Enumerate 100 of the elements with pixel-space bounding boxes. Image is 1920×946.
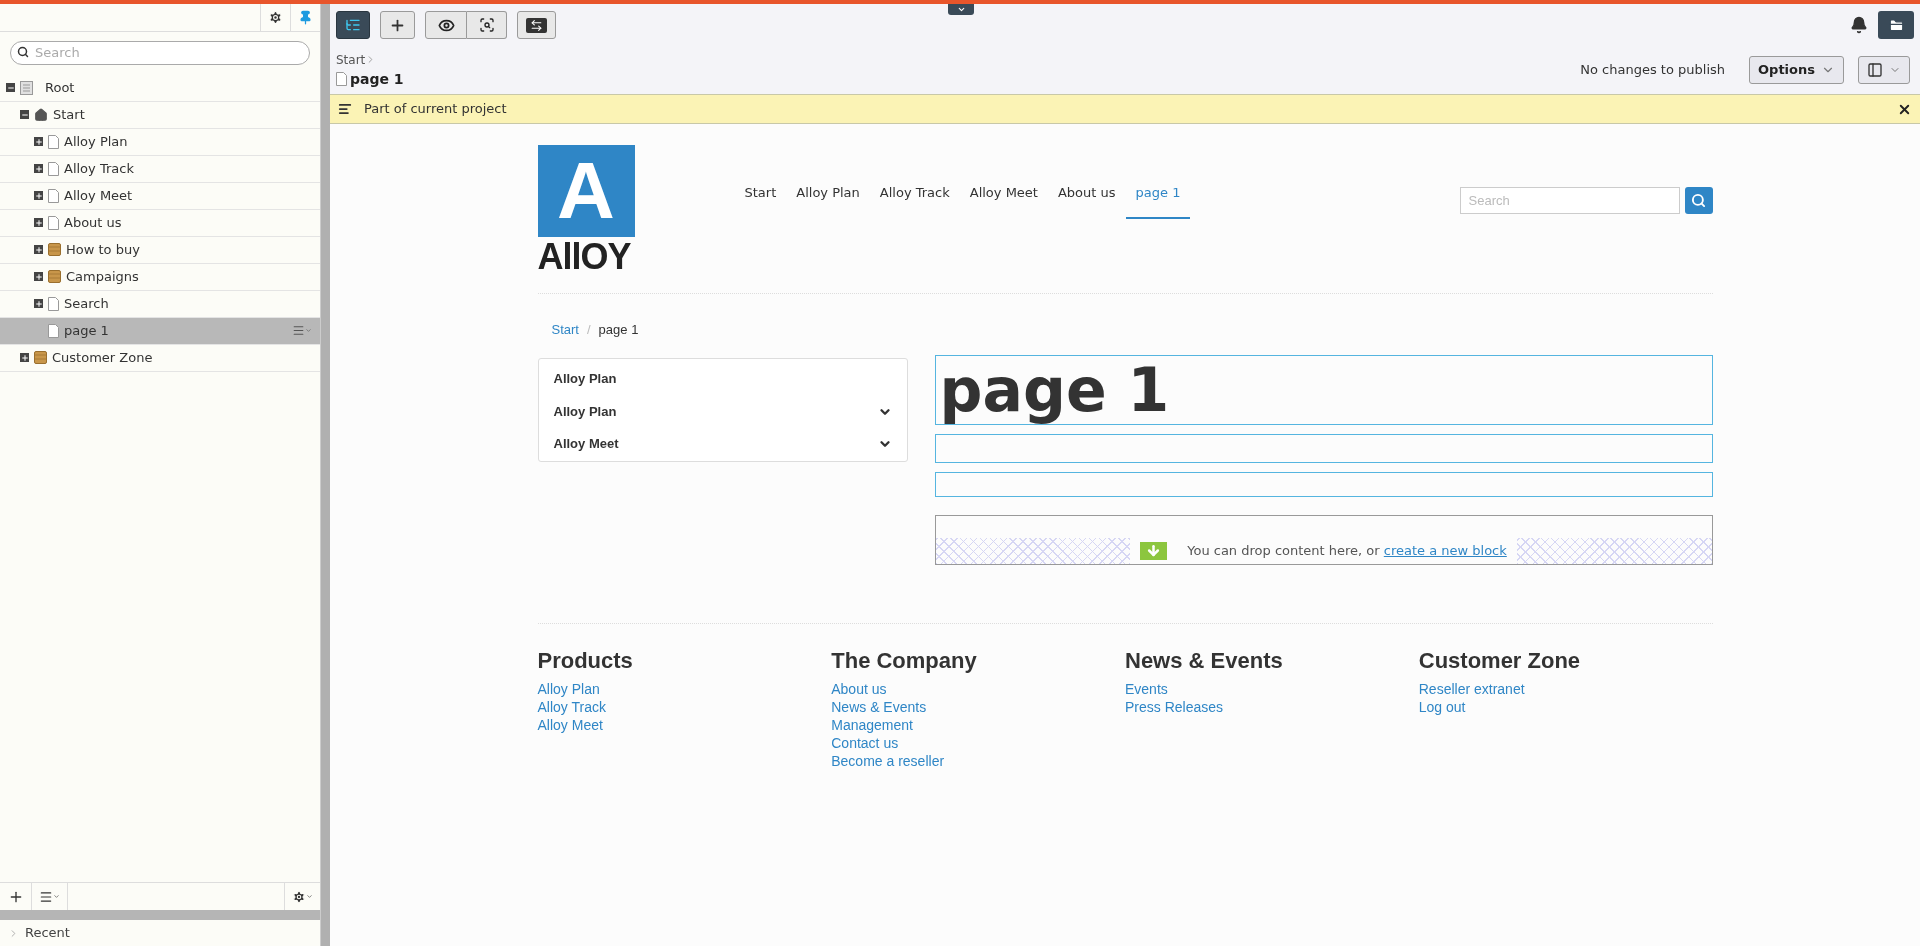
page-icon bbox=[48, 323, 59, 338]
footer-link[interactable]: News & Events bbox=[831, 697, 1125, 716]
collapse-icon[interactable] bbox=[6, 83, 15, 92]
expand-icon[interactable] bbox=[34, 137, 43, 146]
side-menu-item[interactable]: Alloy Meet bbox=[538, 427, 907, 461]
tree-icon bbox=[345, 17, 361, 33]
tree-label: Start bbox=[53, 105, 85, 124]
collapse-icon[interactable] bbox=[20, 110, 29, 119]
page-icon bbox=[48, 188, 59, 203]
expand-icon[interactable] bbox=[34, 245, 43, 254]
side-menu-item[interactable]: Alloy Plan bbox=[538, 395, 907, 428]
expand-icon[interactable] bbox=[34, 191, 43, 200]
search-field[interactable]: Search bbox=[10, 40, 310, 65]
options-button[interactable]: Options bbox=[1749, 56, 1844, 84]
content-drop-zone[interactable]: You can drop content here, or create a new block bbox=[934, 514, 1713, 565]
footer-heading: Customer Zone bbox=[1418, 646, 1582, 675]
tree-item[interactable]: Root bbox=[0, 74, 320, 102]
home-icon bbox=[34, 107, 48, 122]
tree-item[interactable]: Alloy Meet bbox=[0, 182, 320, 210]
page-icon bbox=[48, 161, 59, 176]
footer-link[interactable]: Management bbox=[831, 715, 1125, 734]
tree-item[interactable]: page 1 bbox=[0, 317, 320, 345]
project-icon bbox=[338, 102, 352, 116]
notifications-icon[interactable] bbox=[1850, 16, 1868, 34]
search-button[interactable] bbox=[1684, 187, 1713, 214]
expand-icon[interactable] bbox=[34, 299, 43, 308]
nav-link[interactable]: Start bbox=[734, 183, 787, 219]
add-button[interactable] bbox=[380, 11, 415, 39]
nav-link[interactable]: page 1 bbox=[1125, 183, 1191, 219]
breadcrumb-link[interactable]: Start bbox=[336, 50, 366, 69]
search-icon bbox=[17, 46, 29, 58]
assets-button[interactable] bbox=[1878, 11, 1914, 39]
create-block-link[interactable]: create a new block bbox=[1383, 542, 1507, 558]
breadcrumb-link[interactable]: Start bbox=[551, 320, 579, 340]
project-notice-bar: Part of current project bbox=[330, 94, 1920, 124]
tree-label: About us bbox=[64, 213, 122, 232]
footer-link[interactable]: About us bbox=[831, 679, 1125, 698]
expand-icon[interactable] bbox=[20, 353, 29, 362]
tree-item[interactable]: Alloy Plan bbox=[0, 128, 320, 156]
tree-label: Alloy Plan bbox=[64, 132, 128, 151]
expand-icon[interactable] bbox=[34, 218, 43, 227]
recent-panel-header[interactable]: Recent bbox=[0, 920, 320, 946]
footer-heading: Products bbox=[537, 646, 634, 675]
title-field[interactable]: page 1 bbox=[934, 354, 1713, 425]
footer-heading: The Company bbox=[831, 646, 978, 675]
view-settings-button[interactable] bbox=[467, 11, 507, 39]
page-icon bbox=[48, 134, 59, 149]
collapse-toolbar-icon[interactable] bbox=[948, 4, 974, 15]
page-icon bbox=[48, 215, 59, 230]
folder-icon bbox=[34, 351, 47, 364]
editable-field[interactable] bbox=[934, 471, 1713, 497]
compare-icon bbox=[526, 17, 547, 33]
footer-heading: News & Events bbox=[1125, 646, 1284, 675]
publish-status: No changes to publish bbox=[1580, 61, 1726, 80]
breadcrumb-separator: / bbox=[586, 321, 591, 339]
footer-link[interactable]: Alloy Plan bbox=[537, 679, 832, 698]
footer-link[interactable]: Events bbox=[1125, 679, 1419, 698]
magnifier-icon bbox=[478, 17, 495, 33]
tree-toggle-button[interactable] bbox=[336, 11, 370, 39]
tree-item[interactable]: How to buy bbox=[0, 236, 320, 264]
folder-icon bbox=[48, 243, 61, 256]
footer-link[interactable]: Log out bbox=[1418, 697, 1713, 716]
folder-icon bbox=[48, 270, 61, 283]
tree-label: Alloy Meet bbox=[64, 186, 133, 205]
expand-icon[interactable] bbox=[34, 164, 43, 173]
tree-item[interactable]: Search bbox=[0, 290, 320, 318]
nav-link[interactable]: Alloy Meet bbox=[959, 183, 1048, 219]
page-icon bbox=[48, 296, 59, 311]
tree-label: page 1 bbox=[64, 321, 109, 340]
tree-item[interactable]: Alloy Track bbox=[0, 155, 320, 183]
tree-label: Alloy Track bbox=[64, 159, 134, 178]
site-search-field[interactable]: Search bbox=[1459, 187, 1680, 214]
layout-button[interactable] bbox=[1858, 56, 1910, 84]
expand-icon[interactable] bbox=[34, 272, 43, 281]
nav-link[interactable]: Alloy Track bbox=[869, 183, 960, 219]
preview-button[interactable] bbox=[425, 11, 467, 39]
tree-label: Campaigns bbox=[66, 267, 139, 286]
folder-icon bbox=[1888, 17, 1904, 33]
context-menu-icon[interactable] bbox=[292, 324, 312, 337]
nav-link[interactable]: About us bbox=[1047, 183, 1126, 219]
footer-link[interactable]: Become a reseller bbox=[831, 751, 1125, 770]
editable-field[interactable] bbox=[934, 433, 1713, 463]
footer-link[interactable]: Alloy Track bbox=[537, 697, 832, 716]
side-menu-item[interactable]: Alloy Plan bbox=[538, 362, 907, 396]
tree-item[interactable]: Customer Zone bbox=[0, 344, 320, 372]
footer-link[interactable]: Press Releases bbox=[1125, 697, 1419, 716]
tree-item[interactable]: Campaigns bbox=[0, 263, 320, 291]
footer-link[interactable]: Contact us bbox=[831, 733, 1125, 752]
breadcrumb-current: page 1 bbox=[598, 321, 639, 339]
search-icon bbox=[1691, 193, 1706, 208]
layout-icon bbox=[1867, 62, 1883, 78]
tree-item[interactable]: Start bbox=[0, 101, 320, 129]
root-icon bbox=[20, 80, 33, 95]
footer-link[interactable]: Reseller extranet bbox=[1418, 679, 1713, 698]
tree-item[interactable]: About us bbox=[0, 209, 320, 237]
page-icon bbox=[336, 72, 347, 86]
footer-link[interactable]: Alloy Meet bbox=[537, 715, 832, 734]
tree-label: How to buy bbox=[66, 240, 140, 259]
compare-button[interactable] bbox=[517, 11, 556, 39]
nav-link[interactable]: Alloy Plan bbox=[786, 183, 870, 219]
